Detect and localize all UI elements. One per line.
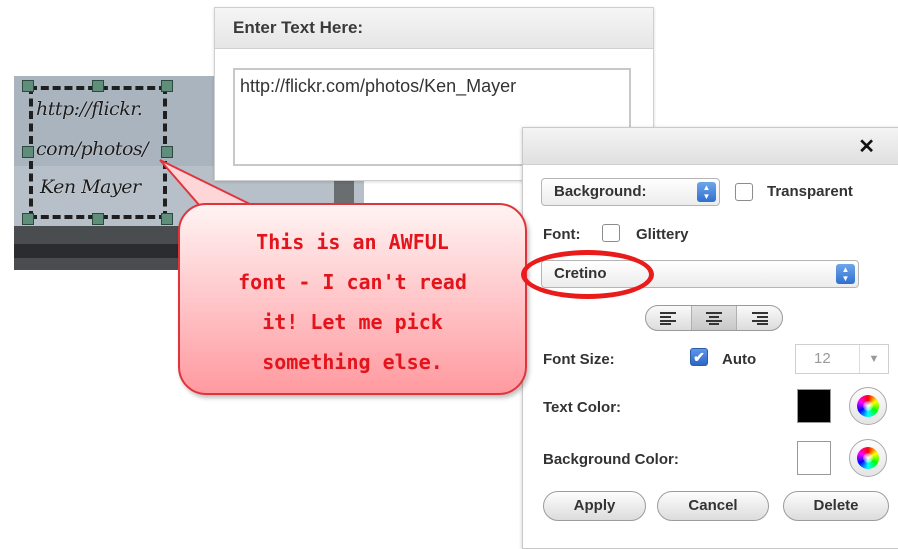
resize-handle-left[interactable]	[22, 146, 34, 158]
delete-button[interactable]: Delete	[783, 491, 889, 521]
background-color-label: Background Color:	[543, 451, 679, 468]
resize-handle-bottom[interactable]	[92, 213, 104, 225]
resize-handle-bottom-left[interactable]	[22, 213, 34, 225]
cancel-button[interactable]: Cancel	[657, 491, 769, 521]
color-wheel-icon[interactable]	[849, 387, 887, 425]
transparent-label: Transparent	[767, 183, 853, 200]
apply-button[interactable]: Apply	[543, 491, 646, 521]
color-wheel-icon[interactable]	[849, 439, 887, 477]
resize-handle-top[interactable]	[92, 80, 104, 92]
panel-titlebar	[523, 128, 898, 165]
resize-handle-top-right[interactable]	[161, 80, 173, 92]
annotation-callout: This is an AWFUL font - I can't read it!…	[178, 203, 527, 395]
annotation-line: font - I can't read	[238, 270, 467, 294]
background-select[interactable]: Background: ▲ ▼	[541, 178, 720, 206]
font-size-field[interactable]: 12 ▼	[795, 344, 889, 374]
font-size-label: Font Size:	[543, 351, 615, 368]
annotation-line: it! Let me pick	[262, 310, 443, 334]
dialog-title: Enter Text Here:	[215, 8, 653, 49]
font-label: Font:	[543, 226, 581, 243]
photo-text-line: com/photos/	[36, 138, 149, 160]
font-size-value: 12	[814, 350, 831, 367]
close-icon[interactable]: ✕	[858, 134, 875, 159]
glittery-label: Glittery	[636, 226, 689, 243]
text-color-label: Text Color:	[543, 399, 622, 416]
annotation-line: something else.	[262, 350, 443, 374]
transparent-checkbox[interactable]	[735, 183, 753, 201]
align-left-icon[interactable]	[646, 306, 692, 330]
align-right-icon[interactable]	[737, 306, 782, 330]
background-color-swatch[interactable]	[797, 441, 831, 475]
resize-handle-top-left[interactable]	[22, 80, 34, 92]
auto-label: Auto	[722, 351, 757, 368]
alignment-control	[645, 305, 783, 331]
background-select-value: Background:	[554, 183, 647, 200]
highlight-circle	[521, 250, 654, 299]
glittery-checkbox[interactable]	[602, 224, 620, 242]
annotation-line: This is an AWFUL	[256, 230, 449, 254]
align-center-icon[interactable]	[691, 306, 738, 330]
select-arrows-icon: ▲ ▼	[697, 182, 716, 202]
photo-text-line: http://flickr.	[36, 98, 143, 120]
chevron-down-icon[interactable]: ▼	[859, 345, 888, 373]
select-arrows-icon: ▲ ▼	[836, 264, 855, 284]
text-color-swatch[interactable]	[797, 389, 831, 423]
auto-checkbox[interactable]: ✔	[690, 348, 708, 366]
